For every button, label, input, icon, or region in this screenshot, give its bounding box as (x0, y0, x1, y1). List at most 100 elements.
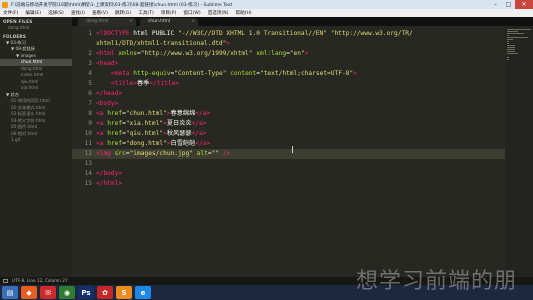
line-number: 7 (88, 100, 92, 107)
code-token: "text/html;charset=UTF-8" (259, 70, 354, 77)
code-token: <head> (96, 60, 119, 67)
code-token: html PUBLIC (129, 30, 178, 37)
code-line: </head> (96, 89, 122, 99)
code-token: 秋风瑟瑟 (166, 130, 192, 137)
code-token: href (107, 110, 123, 117)
code-token: alt (196, 150, 208, 157)
line-number: 3 (88, 60, 92, 67)
minimap-line (507, 43, 509, 45)
line-number: 4 (88, 70, 92, 77)
code-token: <meta (110, 70, 130, 77)
photoshop-icon[interactable]: Ps (78, 286, 94, 299)
code-line: <head> (96, 59, 118, 69)
code-token: </body> (96, 170, 123, 177)
panel-toggle-icon[interactable] (3, 279, 8, 283)
minimize-button[interactable]: – (489, 0, 502, 9)
minimap-line (507, 37, 528, 39)
code-token: > (353, 70, 357, 77)
code-line: <body> (96, 99, 118, 109)
line-number: 6 (88, 90, 92, 97)
tab-label: chun.html (148, 19, 171, 24)
menu-bar: 文件(F) 编辑(E) 选择(S) 查找(I) 查看(V) 跳转(G) 工具(T) 项目(P)… (0, 9, 533, 17)
code-token: > (304, 50, 309, 57)
code-token: </a> (191, 120, 207, 127)
code-token: "images/chun.jpg" (129, 150, 193, 157)
chrome-icon[interactable]: ◉ (59, 286, 75, 299)
menu-item[interactable]: 首选项(N) (208, 10, 229, 16)
code-line: <a href="chun.html">春意绵绵</a> (96, 109, 210, 119)
code-line: <a href="dong.html">白雪皑皑</a> (96, 139, 210, 149)
tab-label: dong.html (86, 19, 109, 24)
code-line: <img src="images/chun.jpg" alt="" /> (96, 149, 230, 159)
code-token: content (230, 70, 257, 77)
code-token: </a> (195, 140, 211, 147)
menu-item[interactable]: 编辑(E) (25, 10, 41, 16)
close-button[interactable]: ✕ (515, 0, 533, 9)
maximize-button[interactable]: □ (502, 0, 515, 9)
minimap-line (507, 29, 531, 31)
minimap-line (507, 33, 525, 35)
code-line: <title>春季</title> (96, 79, 179, 89)
code-token: <body> (96, 100, 119, 107)
menu-item[interactable]: 文件(F) (3, 10, 18, 16)
sublime-icon[interactable]: S (116, 286, 132, 299)
code-editor[interactable]: 1 2 3 4 5 6 7 8 9 10 11 12 13 14 15 <!DOCTYPE html PUB… (72, 26, 533, 277)
code-token: <img (96, 150, 111, 157)
code-token: href (107, 120, 123, 127)
line-number: 10 (84, 130, 92, 137)
line-number: 2 (88, 50, 92, 57)
menu-item[interactable]: 查看(V) (92, 10, 108, 16)
minimap-line (507, 47, 516, 49)
code-token: src (114, 150, 126, 157)
menu-item[interactable]: 项目(P) (161, 10, 177, 16)
code-token: > (226, 40, 231, 47)
menu-item[interactable]: 查找(I) (71, 10, 85, 16)
code-token: </a> (191, 130, 207, 137)
menu-item[interactable]: 窗口(W) (183, 10, 200, 16)
minimap-line (507, 41, 510, 43)
mail-icon[interactable]: ✉ (40, 286, 56, 299)
code-token: http-equiv (133, 70, 171, 77)
tab-close-icon[interactable]: × (129, 18, 133, 26)
tab-close-icon[interactable]: × (191, 18, 195, 26)
code-line: </html> (96, 179, 122, 189)
code-token: "-//W3C//DTD XHTML 1.0 Transitional//EN" (177, 30, 327, 37)
menu-item[interactable]: 工具(T) (138, 10, 154, 16)
minimap[interactable] (505, 26, 533, 277)
minimap-line (507, 53, 518, 55)
file-item[interactable]: 1.gif (0, 137, 72, 144)
app-shield-icon[interactable]: ◆ (21, 286, 37, 299)
minimap-line (507, 51, 516, 53)
file-manager-icon[interactable]: ▤ (2, 286, 18, 299)
paint-icon[interactable]: ✿ (97, 286, 113, 299)
minimap-line (507, 45, 516, 47)
tab-chun[interactable]: chun.html × (140, 18, 198, 26)
code-token: 夏日炎炎 (166, 120, 192, 127)
code-token: </html> (96, 180, 123, 187)
menu-item[interactable]: 选择(S) (48, 10, 64, 16)
line-number: 14 (84, 170, 92, 177)
code-token: 春季 (136, 80, 150, 87)
tab-bar: dong.html × chun.html × (72, 17, 533, 26)
code-token: "en" (289, 50, 305, 57)
ie-icon[interactable]: e (135, 286, 151, 299)
line-number: 15 (84, 180, 92, 187)
code-token: "http://www.w3.org/1999/xhtml" (140, 50, 253, 57)
tab-dong[interactable]: dong.html × (78, 18, 136, 26)
code-line: <a href="xia.html">夏日炎炎</a> (96, 119, 206, 129)
code-token: "qiu.html" (125, 130, 164, 137)
menu-item[interactable]: 帮助(H) (236, 10, 252, 16)
code-token: <title> (110, 80, 137, 87)
code-token: </head> (96, 90, 123, 97)
line-number: 9 (88, 120, 92, 127)
code-token: /> (222, 150, 231, 157)
code-line: <html xmlns="http://www.w3.org/1999/xhtm… (96, 49, 308, 59)
sidebar: OPEN FILES dong.html FOLDERS ▼ 03-练习 ▼ 08… (0, 17, 72, 277)
code-token: <html (96, 50, 115, 57)
menu-item[interactable]: 跳转(G) (115, 10, 131, 16)
minimap-line (507, 39, 514, 41)
code-token: <!DOCTYPE (96, 30, 130, 37)
line-number: 12 (84, 150, 92, 157)
